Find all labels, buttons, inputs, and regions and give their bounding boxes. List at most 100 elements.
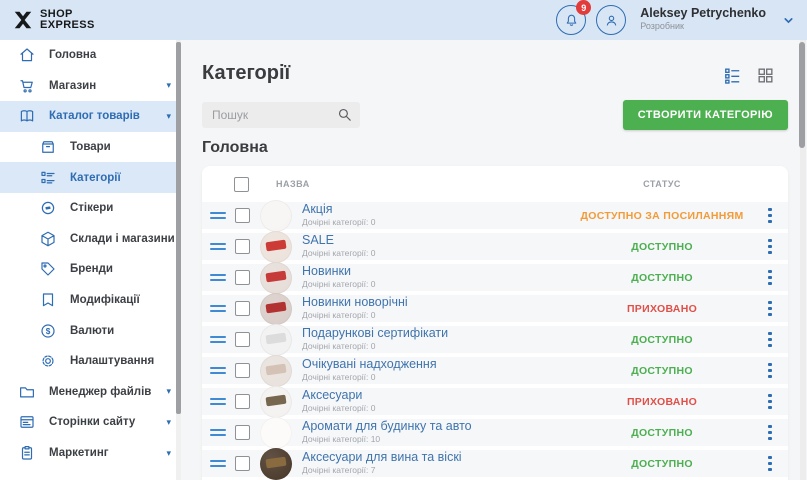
status-badge: ДОСТУПНО [572, 272, 752, 284]
sidebar-item-mods[interactable]: Модифікації ▾ [0, 285, 181, 316]
sidebar-item-products[interactable]: Товари ▾ [0, 132, 181, 163]
page-title: Категорії [202, 62, 290, 85]
row-checkbox[interactable] [235, 425, 250, 440]
status-badge: ДОСТУПНО [572, 334, 752, 346]
drag-handle-icon[interactable] [210, 274, 226, 282]
status-badge: ДОСТУПНО [572, 241, 752, 253]
category-thumbnail [260, 324, 292, 356]
status-badge: ДОСТУПНО [572, 365, 752, 377]
row-checkbox[interactable] [235, 208, 250, 223]
row-checkbox[interactable] [235, 363, 250, 378]
drag-handle-icon[interactable] [210, 460, 226, 468]
sidebar-item-label: Менеджер файлів [49, 386, 151, 398]
list-view-icon[interactable] [723, 66, 742, 85]
select-all-checkbox[interactable] [234, 177, 249, 192]
category-link[interactable]: Акція [302, 203, 572, 215]
row-checkbox[interactable] [235, 332, 250, 347]
drag-handle-icon[interactable] [210, 305, 226, 313]
status-badge: ДОСТУПНО [572, 427, 752, 439]
user-menu-chevron-icon[interactable] [782, 14, 795, 27]
drag-handle-icon[interactable] [210, 336, 226, 344]
sidebar-item-stickers[interactable]: Стікери ▾ [0, 193, 181, 224]
row-menu-button[interactable] [752, 363, 788, 378]
logo[interactable]: SHOP EXPRESS [12, 9, 95, 31]
sidebar-item-warehouses[interactable]: Склади і магазини ▾ [0, 224, 181, 255]
row-menu-button[interactable] [752, 332, 788, 347]
sidebar-item-categories[interactable]: Категорії ▾ [0, 162, 181, 193]
category-link[interactable]: Новинки [302, 265, 572, 277]
sidebar-item-label: Каталог товарів [49, 110, 140, 122]
table-row: Очікувані надходження Дочірні категорії:… [202, 357, 788, 384]
drag-handle-icon[interactable] [210, 429, 226, 437]
row-menu-button[interactable] [752, 239, 788, 254]
search [202, 102, 360, 128]
category-link[interactable]: Новинки новорічні [302, 296, 572, 308]
status-badge: ДОСТУПНО ЗА ПОСИЛАННЯМ [572, 210, 752, 222]
search-icon[interactable] [336, 106, 353, 123]
sidebar-item-shop[interactable]: Магазин ▾ [0, 71, 181, 102]
chevron-down-icon: ▾ [166, 448, 171, 459]
notifications-button[interactable]: 9 [556, 5, 586, 35]
sidebar-item-label: Магазин [49, 80, 96, 92]
bell-icon [563, 12, 580, 29]
category-link[interactable]: Аксесуари [302, 389, 572, 401]
create-category-button[interactable]: СТВОРИТИ КАТЕГОРІЮ [623, 100, 788, 130]
category-link[interactable]: SALE [302, 234, 572, 246]
category-link[interactable]: Аксесуари для вина та віскі [302, 451, 572, 463]
sidebar-item-label: Стікери [70, 202, 113, 214]
row-menu-button[interactable] [752, 301, 788, 316]
row-checkbox[interactable] [235, 456, 250, 471]
sticker-icon [38, 199, 57, 218]
category-children-count: Дочірні категорії: 7 [302, 464, 572, 476]
column-header-status: СТАТУС [572, 179, 752, 189]
user-info[interactable]: Aleksey Petrychenko Розробник [640, 7, 766, 33]
row-menu-button[interactable] [752, 394, 788, 409]
home-icon [17, 46, 36, 65]
grid-view-icon[interactable] [756, 66, 775, 85]
category-children-count: Дочірні категорії: 0 [302, 247, 572, 259]
sidebar-item-marketing[interactable]: Маркетинг ▾ [0, 438, 181, 469]
sidebar-item-files[interactable]: Менеджер файлів ▾ [0, 377, 181, 408]
clipboard-icon [17, 444, 36, 463]
sidebar-item-currencies[interactable]: $ Валюти ▾ [0, 315, 181, 346]
row-menu-button[interactable] [752, 270, 788, 285]
drag-handle-icon[interactable] [210, 367, 226, 375]
sidebar-item-settings[interactable]: Налаштування ▾ [0, 346, 181, 377]
top-header: SHOP EXPRESS 9 [0, 0, 807, 40]
row-menu-button[interactable] [752, 456, 788, 471]
table-row: Аксесуари для вина та віскі Дочірні кате… [202, 450, 788, 477]
sidebar-item-label: Категорії [70, 172, 121, 184]
sidebar-item-label: Склади і магазини [70, 233, 175, 245]
row-menu-button[interactable] [752, 208, 788, 223]
drag-handle-icon[interactable] [210, 398, 226, 406]
user-avatar[interactable] [596, 5, 626, 35]
category-children-count: Дочірні категорії: 0 [302, 371, 572, 383]
drag-handle-icon[interactable] [210, 243, 226, 251]
sidebar-item-catalog[interactable]: Каталог товарів ▾ [0, 101, 181, 132]
main-content: Категорії [181, 40, 807, 480]
sidebar-item-brands[interactable]: Бренди ▾ [0, 254, 181, 285]
main-scrollbar-thumb[interactable] [799, 42, 805, 148]
sidebar-item-label: Сторінки сайту [49, 416, 135, 428]
category-thumbnail [260, 262, 292, 294]
row-checkbox[interactable] [235, 301, 250, 316]
table-row: Подарункові сертифікати Дочірні категорі… [202, 326, 788, 353]
row-checkbox[interactable] [235, 394, 250, 409]
drag-handle-icon[interactable] [210, 212, 226, 220]
row-checkbox[interactable] [235, 270, 250, 285]
row-checkbox[interactable] [235, 239, 250, 254]
sidebar-item-pages[interactable]: Сторінки сайту ▾ [0, 407, 181, 438]
category-link[interactable]: Подарункові сертифікати [302, 327, 572, 339]
category-link[interactable]: Очікувані надходження [302, 358, 572, 370]
table-row: Аромати для будинку та авто Дочірні кате… [202, 419, 788, 446]
table-row: Аксесуари Дочірні категорії: 0 ПРИХОВАНО [202, 388, 788, 415]
main-scrollbar-track[interactable] [800, 40, 806, 480]
sidebar-item-home[interactable]: Головна ▾ [0, 40, 181, 71]
row-menu-button[interactable] [752, 425, 788, 440]
category-children-count: Дочірні категорії: 0 [302, 216, 572, 228]
table-row: Акція Дочірні категорії: 0 ДОСТУПНО ЗА П… [202, 202, 788, 229]
sidebar-item-label: Модифікації [70, 294, 140, 306]
logo-line2: EXPRESS [40, 20, 95, 31]
category-thumbnail [260, 200, 292, 232]
category-link[interactable]: Аромати для будинку та авто [302, 420, 572, 432]
